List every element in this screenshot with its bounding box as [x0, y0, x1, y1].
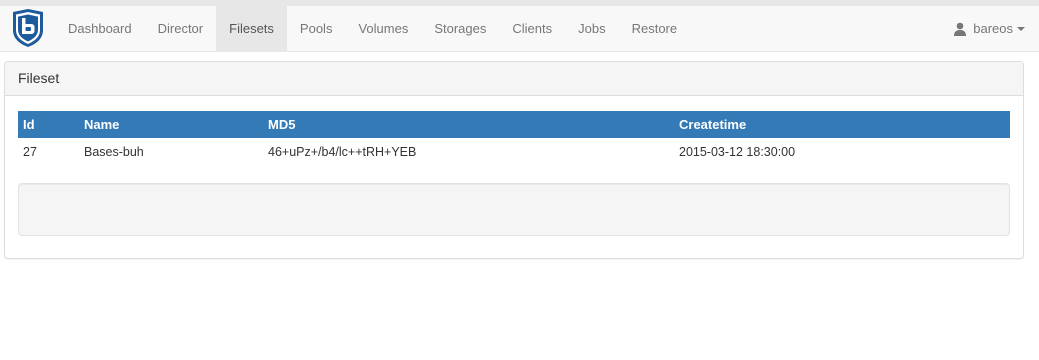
fileset-panel: Fileset Id Name MD5 Createtime 27 Bases-…: [4, 61, 1024, 259]
top-navbar: Dashboard Director Filesets Pools Volume…: [0, 0, 1039, 52]
empty-well: [18, 183, 1010, 236]
cell-createtime: 2015-03-12 18:30:00: [679, 144, 796, 159]
nav-director[interactable]: Director: [145, 6, 217, 51]
cell-md5: 46+uPz+/b4/lc++tRH+YEB: [268, 144, 417, 159]
main-nav: Dashboard Director Filesets Pools Volume…: [55, 6, 690, 51]
caret-down-icon: [1017, 26, 1025, 31]
nav-pools[interactable]: Pools: [287, 6, 346, 51]
column-header-createtime[interactable]: Createtime: [674, 111, 1010, 138]
nav-clients[interactable]: Clients: [499, 6, 565, 51]
username-label: bareos: [973, 21, 1013, 36]
column-header-id[interactable]: Id: [18, 111, 79, 138]
panel-title: Fileset: [5, 62, 1023, 96]
user-menu[interactable]: bareos: [953, 6, 1025, 51]
nav-volumes[interactable]: Volumes: [345, 6, 421, 51]
table-row: 27 Bases-buh 46+uPz+/b4/lc++tRH+YEB 2015…: [18, 138, 1010, 165]
nav-filesets[interactable]: Filesets: [216, 6, 287, 51]
fileset-table: Id Name MD5 Createtime 27 Bases-buh 46+u…: [18, 111, 1010, 165]
cell-name: Bases-buh: [84, 144, 144, 159]
nav-storages[interactable]: Storages: [421, 6, 499, 51]
user-icon: [953, 22, 967, 36]
cell-id: 27: [23, 144, 37, 159]
nav-dashboard[interactable]: Dashboard: [55, 6, 145, 51]
nav-jobs[interactable]: Jobs: [565, 6, 618, 51]
column-header-name[interactable]: Name: [79, 111, 263, 138]
column-header-md5[interactable]: MD5: [263, 111, 674, 138]
bareos-logo-icon[interactable]: [11, 8, 45, 48]
table-header-row: Id Name MD5 Createtime: [18, 111, 1010, 138]
nav-restore[interactable]: Restore: [619, 6, 691, 51]
